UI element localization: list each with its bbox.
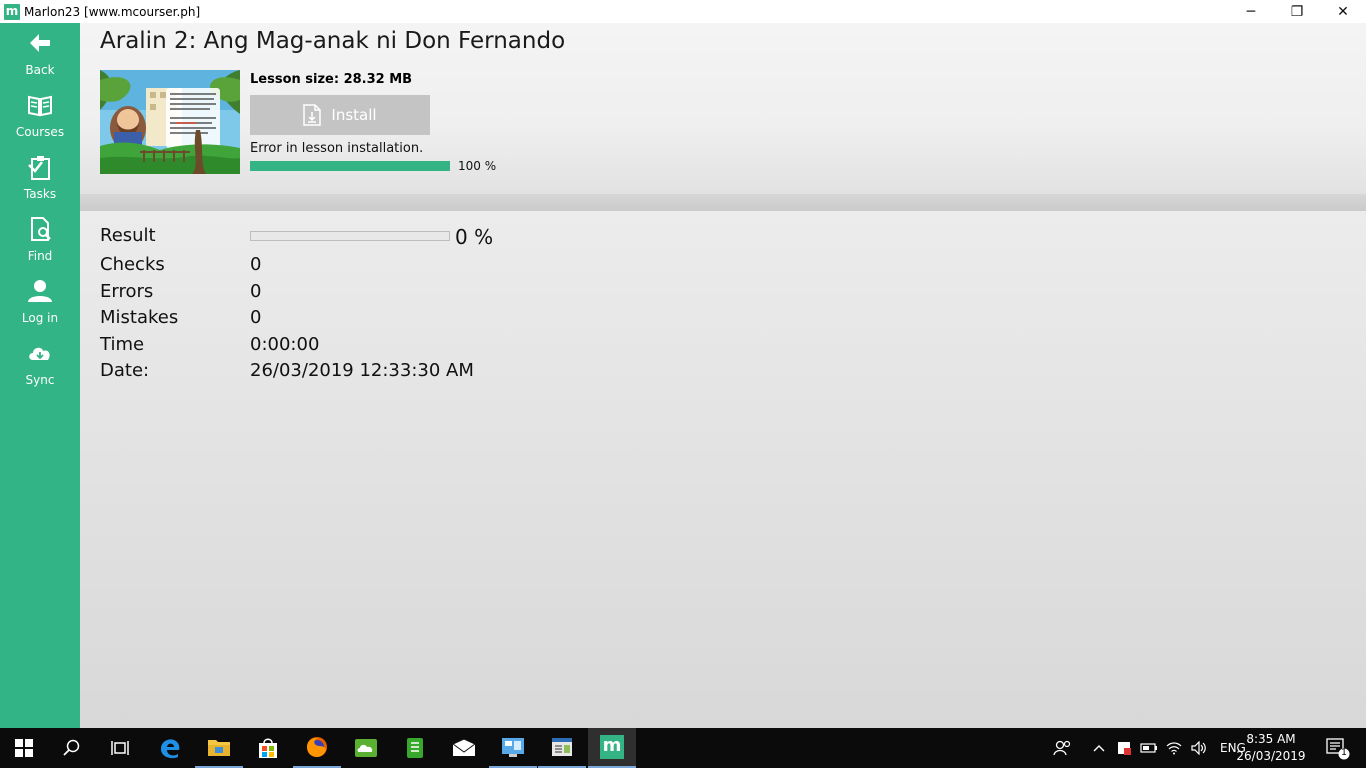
app-icon: m — [4, 3, 20, 20]
result-label: Result — [100, 225, 156, 246]
windows-logo-icon — [15, 739, 33, 757]
clock-time: 8:35 AM — [1246, 732, 1296, 746]
book-icon — [28, 95, 52, 117]
sidebar-item-courses[interactable]: Courses — [0, 85, 80, 147]
errors-label: Errors — [100, 281, 154, 302]
taskbar-firefox[interactable] — [293, 728, 341, 768]
result-percent-text: 0 % — [455, 225, 494, 249]
taskbar-app-green[interactable] — [342, 728, 390, 768]
sidebar-item-sync[interactable]: Sync — [0, 333, 80, 395]
wifi-icon[interactable] — [1166, 741, 1182, 755]
close-button[interactable]: ✕ — [1320, 0, 1366, 23]
window-app-icon — [552, 738, 572, 756]
sidebar-item-back[interactable]: Back — [0, 23, 80, 85]
install-status-text: Error in lesson installation. — [250, 141, 424, 156]
sidebar-item-tasks[interactable]: Tasks — [0, 147, 80, 209]
install-progress-bar — [250, 161, 450, 171]
chevron-up-icon[interactable] — [1092, 743, 1106, 753]
result-progress-bar — [250, 231, 450, 241]
notification-count: 1 — [1341, 748, 1347, 758]
security-icon[interactable] — [1116, 740, 1132, 756]
time-label: Time — [100, 334, 145, 355]
date-label: Date: — [100, 360, 150, 381]
people-icon[interactable] — [1052, 739, 1074, 757]
search-icon — [63, 739, 80, 756]
window-title: Marlon23 [www.mcourser.ph] — [24, 4, 201, 19]
install-file-icon — [303, 104, 322, 126]
taskbar-mcourser[interactable]: m — [588, 728, 636, 768]
sidebar-item-find[interactable]: Find — [0, 209, 80, 271]
clock[interactable]: 8:35 AM 26/03/2019 — [1236, 731, 1306, 765]
control-panel-icon — [502, 738, 524, 757]
mail-icon — [452, 739, 476, 756]
minimize-button[interactable]: ─ — [1228, 0, 1274, 23]
mistakes-label: Mistakes — [100, 307, 179, 328]
action-center-button[interactable]: 1 — [1326, 738, 1350, 760]
taskbar-file-explorer[interactable] — [195, 728, 243, 768]
arrow-left-icon — [30, 34, 50, 52]
notebook-icon — [407, 738, 423, 758]
start-button[interactable] — [0, 728, 48, 768]
checks-label: Checks — [100, 254, 165, 275]
date-value: 26/03/2019 12:33:30 AM — [250, 360, 474, 381]
restore-button[interactable]: ❐ — [1274, 0, 1320, 23]
system-tray: ENG — [1052, 728, 1246, 768]
sidebar: Back Courses Tasks Find Log in Sync — [0, 23, 80, 728]
battery-icon[interactable] — [1140, 742, 1158, 754]
sidebar-item-label: Back — [25, 63, 55, 77]
task-view-button[interactable] — [96, 728, 144, 768]
taskbar-settings-window[interactable] — [538, 728, 586, 768]
user-icon — [28, 280, 52, 302]
mcourser-icon: m — [600, 735, 624, 759]
install-button[interactable]: Install — [250, 95, 430, 135]
sidebar-item-label: Find — [27, 249, 53, 263]
install-button-label: Install — [331, 106, 377, 124]
lesson-thumbnail[interactable] — [100, 70, 240, 174]
clipboard-icon — [28, 156, 50, 180]
search-document-icon — [31, 217, 51, 241]
install-progress-text: 100 % — [458, 159, 497, 173]
mistakes-value: 0 — [250, 307, 262, 328]
folder-icon — [208, 740, 230, 756]
main-content: Aralin 2: Ang Mag-anak ni Don Fernando L… — [80, 23, 1366, 728]
lesson-header-panel: Aralin 2: Ang Mag-anak ni Don Fernando L… — [80, 23, 1366, 195]
volume-icon[interactable] — [1190, 741, 1208, 755]
errors-value: 0 — [250, 281, 262, 302]
search-button[interactable] — [48, 728, 96, 768]
clock-date: 26/03/2019 — [1236, 749, 1306, 763]
sidebar-item-label: Sync — [25, 373, 55, 387]
store-icon — [259, 738, 277, 758]
install-progress-fill — [250, 161, 450, 171]
title-bar: m Marlon23 [www.mcourser.ph] ─ ❐ ✕ — [0, 0, 1366, 23]
lesson-size-label: Lesson size: 28.32 MB — [250, 72, 413, 87]
taskbar: m ENG 8:35 AM 26/03/2019 1 — [0, 728, 1366, 768]
sidebar-item-label: Courses — [15, 125, 65, 139]
taskbar-control-panel[interactable] — [489, 728, 537, 768]
checks-value: 0 — [250, 254, 262, 275]
cloud-app-icon — [355, 739, 377, 757]
edge-browser-icon — [161, 739, 180, 759]
firefox-icon — [307, 737, 327, 757]
task-view-icon — [111, 741, 129, 755]
time-value: 0:00:00 — [250, 334, 320, 355]
cloud-sync-icon — [29, 347, 50, 360]
taskbar-mail[interactable] — [440, 728, 488, 768]
sidebar-item-label: Log in — [21, 311, 59, 325]
lesson-title: Aralin 2: Ang Mag-anak ni Don Fernando — [100, 28, 566, 54]
taskbar-edge[interactable] — [146, 728, 194, 768]
taskbar-evernote[interactable] — [391, 728, 439, 768]
taskbar-store[interactable] — [244, 728, 292, 768]
divider-band — [80, 195, 1366, 211]
sidebar-item-label: Tasks — [23, 187, 57, 201]
sidebar-item-login[interactable]: Log in — [0, 271, 80, 333]
window-controls: ─ ❐ ✕ — [1228, 0, 1366, 23]
